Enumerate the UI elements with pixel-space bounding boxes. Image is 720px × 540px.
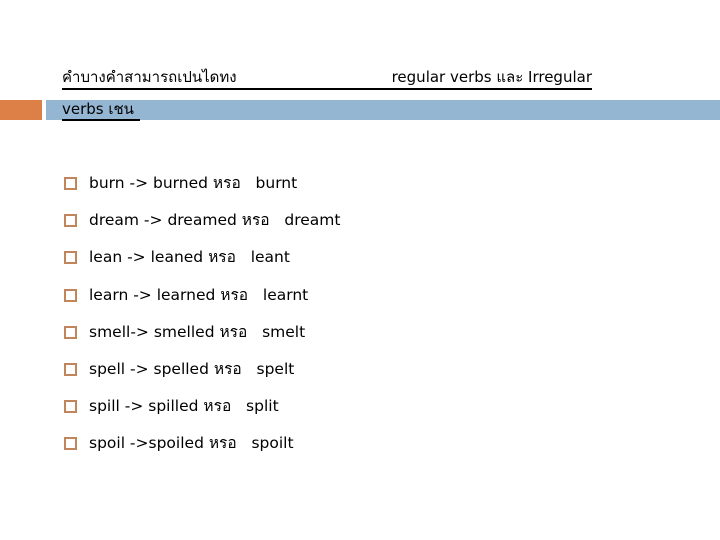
list-item: learn -> learned หรอ learnt <box>62 284 340 321</box>
slide-title: คำบางคำสามารถเปนไดทง regular verbs และ I… <box>62 66 592 90</box>
list-item-text: dream -> dreamed หรอ dreamt <box>89 211 341 230</box>
square-bullet-icon <box>64 400 77 414</box>
list-item-text: spoil ->spoiled หรอ spoilt <box>89 434 294 453</box>
list-item: smell-> smelled หรอ smelt <box>62 321 340 358</box>
list-item-text: spell -> spelled หรอ spelt <box>89 359 295 378</box>
list-item: lean -> leaned หรอ leant <box>62 246 340 283</box>
square-bullet-icon <box>64 288 77 302</box>
list-item-text: burn -> burned หรอ burnt <box>89 174 298 192</box>
list-item-text: lean -> leaned หรอ leant <box>89 248 290 267</box>
list-item: spoil ->spoiled หรอ spoilt <box>62 432 340 469</box>
square-bullet-icon <box>64 251 77 265</box>
list-item: dream -> dreamed หรอ dreamt <box>62 209 340 246</box>
list-item: spell -> spelled หรอ spelt <box>62 358 340 395</box>
verb-list: burn -> burned หรอ burnt dream -> dreame… <box>62 172 340 470</box>
square-bullet-icon <box>64 437 77 451</box>
slide-title-part2: regular verbs และ Irregular <box>391 68 592 86</box>
square-bullet-icon <box>64 362 77 376</box>
square-bullet-icon <box>64 177 77 190</box>
slide-title-part1: คำบางคำสามารถเปนไดทง <box>62 68 237 86</box>
list-item-text: learn -> learned หรอ learnt <box>89 285 309 304</box>
square-bullet-icon <box>64 325 77 339</box>
list-item-text: spill -> spilled หรอ split <box>89 397 279 416</box>
list-item: spill -> spilled หรอ split <box>62 395 340 432</box>
accent-bar-orange <box>0 100 42 120</box>
accent-bar-blue <box>46 100 720 120</box>
list-item-text: smell-> smelled หรอ smelt <box>89 322 306 341</box>
slide-title-line2: verbs เชน <box>62 99 140 121</box>
square-bullet-icon <box>64 214 77 228</box>
list-item: burn -> burned หรอ burnt <box>62 172 340 209</box>
